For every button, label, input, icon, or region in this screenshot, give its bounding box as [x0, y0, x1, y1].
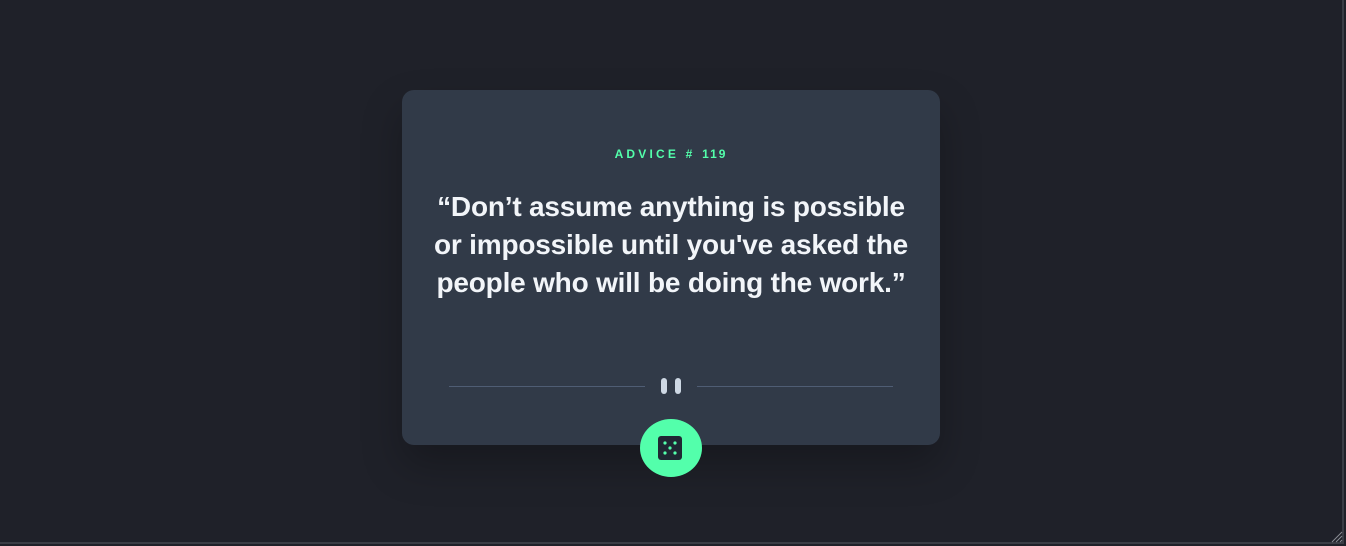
advice-card: ADVICE # 119 “Don’t assume anything is p… — [402, 90, 940, 445]
dice-icon — [658, 436, 682, 460]
advice-quote: “Don’t assume anything is possible or im… — [433, 191, 909, 298]
divider-line-left — [449, 386, 645, 387]
pause-icon — [661, 378, 681, 396]
advice-label: ADVICE # — [614, 147, 696, 161]
advice-heading: ADVICE # 119 — [402, 147, 940, 161]
divider — [449, 377, 893, 397]
new-advice-button[interactable] — [640, 419, 702, 477]
advice-number: 119 — [702, 147, 728, 161]
divider-line-right — [697, 386, 893, 387]
resize-grip-icon[interactable] — [1331, 531, 1343, 543]
